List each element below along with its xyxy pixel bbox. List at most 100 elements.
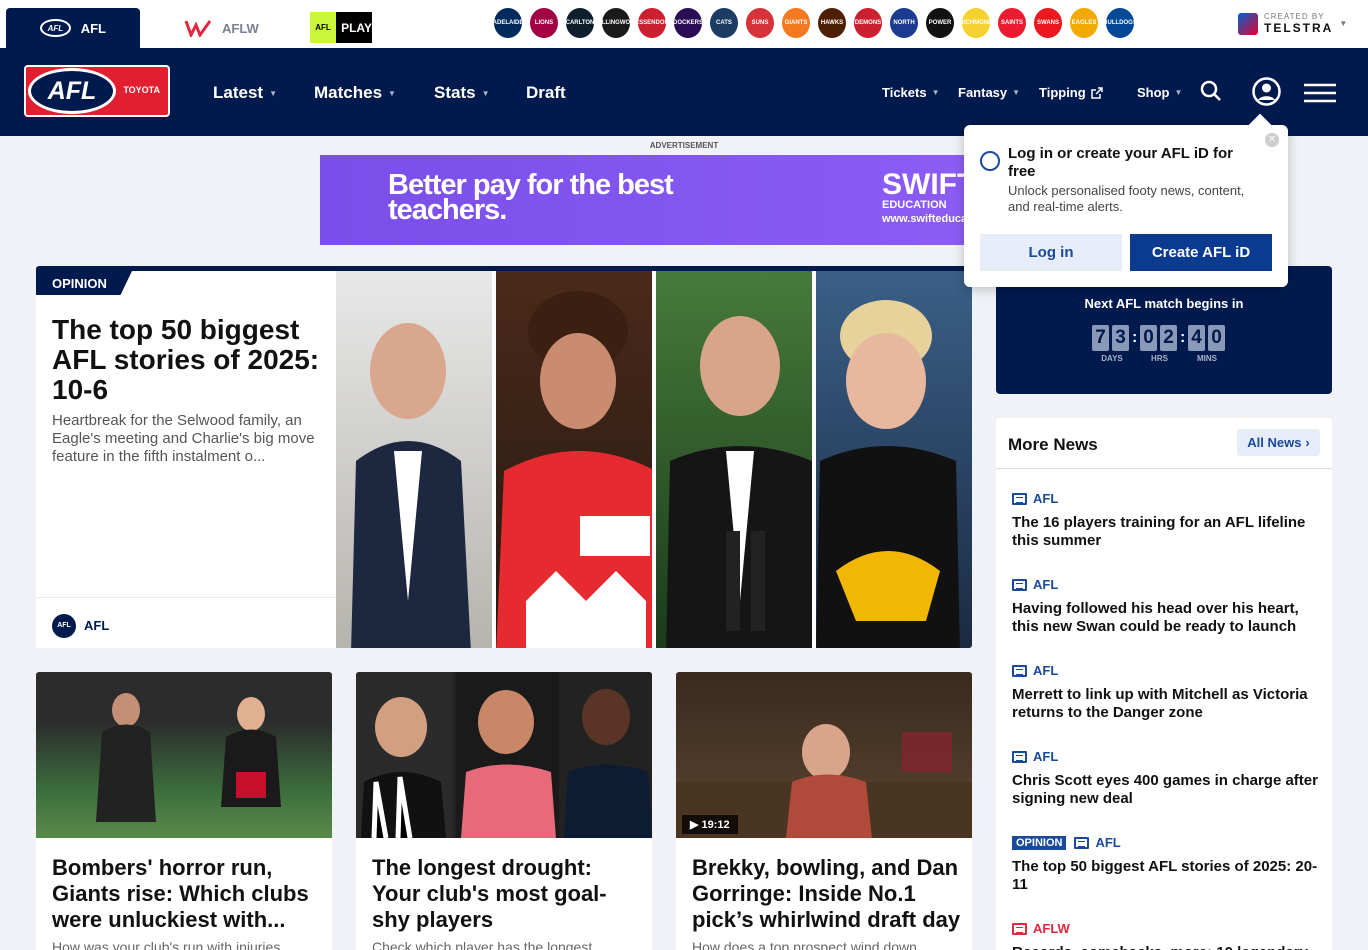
tab-aflw[interactable]: AFLW [150,8,293,48]
countdown-units: DAYS HRS MINS [1092,354,1227,363]
search-icon[interactable] [1200,80,1222,102]
club-logo[interactable]: CATS [710,8,738,38]
club-logo[interactable]: HAWKS [818,8,846,38]
tab-afl[interactable]: AFL AFL [6,8,140,48]
telstra-logo-icon [1238,12,1258,35]
nav-tickets[interactable]: Tickets ▼ [882,85,940,100]
days-digit-2: 3 [1112,325,1129,351]
article-icon [1012,922,1027,935]
top-bar: AFL AFL AFLW AFL PLAY ADELAIDE LIONS CARLT… [0,0,1368,48]
play-icon: ▶ [690,819,702,831]
news-item[interactable]: AFL Having followed his head over his hea… [1012,577,1322,636]
story-cards: Bombers' horror run, Giants rise: Which … [36,672,972,950]
nav-latest[interactable]: Latest ▼ [213,83,277,103]
mins-unit: MINS [1197,354,1217,363]
user-icon [980,151,1000,171]
club-logo[interactable]: SUNS [746,8,774,38]
news-tag: AFL [1033,577,1059,592]
news-headline[interactable]: Merrett to link up with Mitchell as Vict… [1012,686,1322,722]
news-headline[interactable]: The 16 players training for an AFL lifel… [1012,514,1322,550]
hero-photo-4 [816,271,972,648]
ad-headline: Better pay for the best teachers. [388,169,674,226]
nav-matches-label: Matches [314,83,383,102]
afl-play-link[interactable]: AFL PLAY [310,12,372,43]
news-tag-row: AFL [1012,749,1322,764]
story-desc: Check which player has the longest [372,939,593,950]
club-logo[interactable]: ESSENDON [635,8,669,38]
nav-draft[interactable]: Draft [526,83,566,103]
club-logo[interactable]: GIANTS [782,8,810,38]
club-logo[interactable]: BULLDOGS [1103,8,1137,38]
nav-stats[interactable]: Stats ▼ [434,83,490,103]
club-logo[interactable]: COLLINGWOOD [593,8,639,38]
divider [996,468,1332,469]
story-card[interactable]: Bombers' horror run, Giants rise: Which … [36,672,332,950]
nav-matches[interactable]: Matches ▼ [314,83,396,103]
club-logo[interactable]: SAINTS [998,8,1026,38]
more-news-title: More News [1008,435,1098,454]
hours-digit-1: 0 [1140,325,1157,351]
story-card[interactable]: The longest drought: Your club's most go… [356,672,652,950]
countdown-separator: : [1180,329,1186,346]
more-news-panel: More News All News › AFL The 16 players tr… [996,418,1332,950]
club-logos: ADELAIDE LIONS CARLTON COLLINGWOOD ESSENDON D… [493,8,1137,38]
story-card[interactable]: ▶ 19:12 Brekky, bowling, and Dan Gorring… [676,672,972,950]
tab-afl-label: AFL [80,20,106,36]
article-icon [1012,492,1027,505]
club-logo[interactable]: NORTH [890,8,918,38]
news-item[interactable]: AFL The 16 players training for an AFL li… [1012,491,1322,550]
club-logo[interactable]: EAGLES [1070,8,1098,38]
news-headline[interactable]: Having followed his head over his heart,… [1012,600,1322,636]
news-headline[interactable]: The top 50 biggest AFL stories of 2025: … [1012,858,1322,894]
hero-story-card[interactable]: OPINION The top 50 biggest AFL stories o… [36,266,972,648]
club-logo[interactable]: DOCKERS [673,8,703,38]
story-desc: How does a top prospect wind down [692,939,917,950]
club-logo[interactable]: DEMONS [854,8,882,38]
toyota-logo: TOYOTA [123,85,160,95]
nav-draft-label: Draft [526,83,566,102]
telstra-credit[interactable]: CREATED BY TELSTRA ▼ [1238,12,1347,35]
story-title[interactable]: Brekky, bowling, and Dan Gorringe: Insid… [692,855,962,933]
hamburger-menu-icon[interactable] [1304,83,1336,103]
video-duration: ▶ 19:12 [682,815,738,834]
news-item[interactable]: OPINION AFL The top 50 biggest AFL stories… [1012,835,1322,894]
story-title[interactable]: The longest drought: Your club's most go… [372,855,642,933]
nav-tipping-label: Tipping [1039,85,1086,100]
club-logo[interactable]: SWANS [1034,8,1062,38]
news-tag-row: AFL [1012,491,1322,506]
story-title[interactable]: Bombers' horror run, Giants rise: Which … [52,855,322,933]
club-logo[interactable]: CARLTON [566,8,594,38]
login-button[interactable]: Log in [980,234,1122,271]
hero-image[interactable] [336,271,972,648]
close-icon[interactable]: ✕ [1265,133,1279,147]
nav-tipping[interactable]: Tipping [1039,85,1103,100]
news-item[interactable]: AFL Merrett to link up with Mitchell as V… [1012,663,1322,722]
nav-fantasy[interactable]: Fantasy ▼ [958,85,1020,100]
nav-shop[interactable]: Shop ▼ [1137,85,1182,100]
club-logo[interactable]: ADELAIDE [493,8,523,38]
news-headline[interactable]: Chris Scott eyes 400 games in charge aft… [1012,772,1322,808]
days-unit: DAYS [1101,354,1123,363]
news-item[interactable]: AFLW Records, comebacks, more: 10 legenda… [1012,921,1322,950]
create-afl-id-button[interactable]: Create AFL iD [1130,234,1272,271]
news-headline[interactable]: Records, comebacks, more: 10 legendary [1012,944,1322,950]
hero-title[interactable]: The top 50 biggest AFL stories of 2025: … [52,315,322,405]
user-account-icon[interactable] [1252,77,1281,106]
days-digit-1: 7 [1092,325,1109,351]
news-tag: AFL [1033,663,1059,678]
nav-shop-label: Shop [1137,85,1170,100]
afl-logo[interactable]: AFL TOYOTA [24,65,170,117]
club-logo[interactable]: RICHMOND [960,8,993,38]
club-logo[interactable]: LIONS [530,8,558,38]
all-news-button[interactable]: All News › [1237,429,1320,456]
chevron-down-icon: ▼ [931,88,940,97]
video-duration-label: 19:12 [701,819,730,831]
chevron-down-icon: ▼ [1339,19,1348,28]
created-by-label: CREATED BY [1264,12,1325,21]
afl-mini-logo: AFL [40,19,71,37]
club-logo[interactable]: POWER [926,8,954,38]
advertisement-banner[interactable]: Better pay for the best teachers. SWIFT E… [320,155,972,245]
nav-fantasy-label: Fantasy [958,85,1008,100]
afl-logo-text: AFL [28,68,116,114]
news-item[interactable]: AFL Chris Scott eyes 400 games in charge … [1012,749,1322,808]
